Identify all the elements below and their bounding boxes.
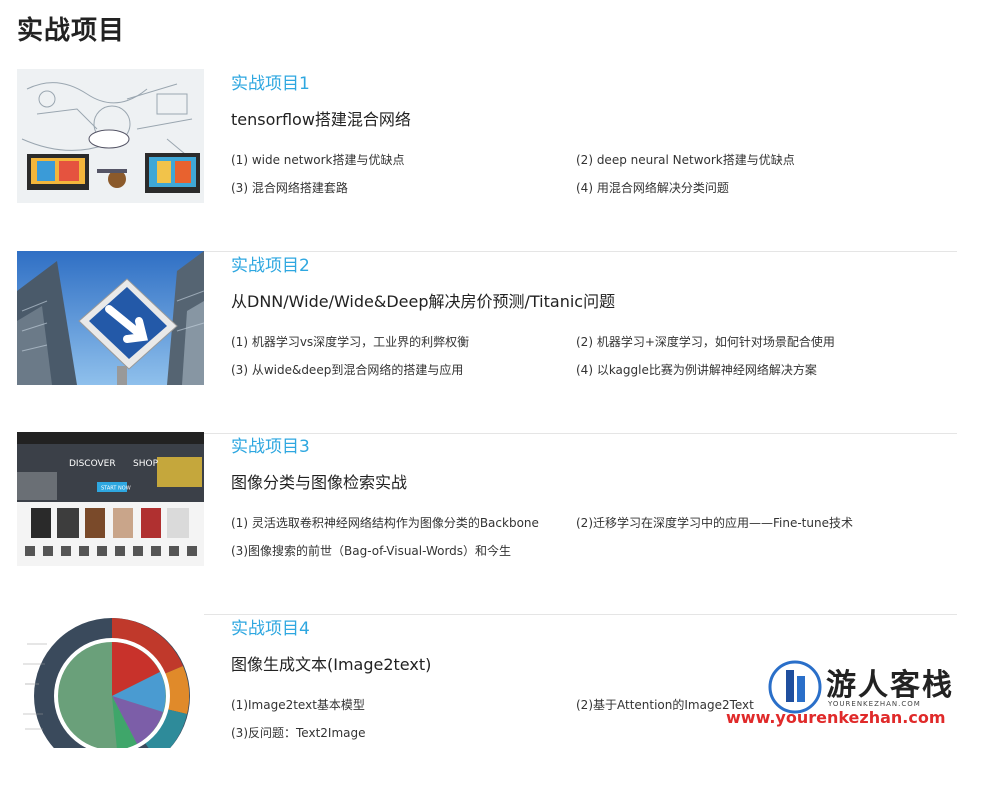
- project-subtitle-3: 图像分类与图像检索实战: [231, 469, 407, 493]
- watermark-logo-icon: [768, 660, 822, 714]
- project-2-item-3: (3) 从wide&deep到混合网络的搭建与应用: [231, 361, 463, 378]
- site-watermark: 游人客栈 YOURENKEZHAN.COM www.yourenkezhan.c…: [768, 660, 985, 736]
- project-subtitle-4: 图像生成文本(Image2text): [231, 651, 431, 675]
- project-2-item-1: (1) 机器学习vs深度学习，工业界的利弊权衡: [231, 333, 469, 350]
- project-subtitle-1: tensorflow搭建混合网络: [231, 106, 411, 130]
- project-3-item-1: (1) 灵活选取卷积神经网络结构作为图像分类的Backbone: [231, 514, 539, 531]
- project-thumbnail-4[interactable]: [17, 614, 204, 748]
- project-4-item-3: (3)反问题：Text2Image: [231, 724, 366, 741]
- project-1-item-3: (3) 混合网络搭建套路: [231, 179, 348, 196]
- project-1-item-1: (1) wide network搭建与优缺点: [231, 151, 405, 168]
- project-title-4[interactable]: 实战项目4: [231, 614, 310, 639]
- project-4-item-1: (1)Image2text基本模型: [231, 696, 365, 713]
- project-thumbnail-1[interactable]: [17, 69, 204, 203]
- project-1-item-2: (2) deep neural Network搭建与优缺点: [576, 151, 795, 168]
- project-card-1: 实战项目1 tensorflow搭建混合网络 (1) wide network搭…: [17, 69, 957, 252]
- project-3-item-3: (3)图像搜索的前世（Bag-of-Visual-Words）和今生: [231, 542, 511, 559]
- page-title: 实战项目: [17, 10, 125, 47]
- thumb-start-text: START NOW: [101, 486, 131, 492]
- project-card-3: DISCOVER SHOP START NOW 实战项目3 图像分类与图像检索实…: [17, 432, 957, 615]
- project-1-item-4: (4) 用混合网络解决分类问题: [576, 179, 729, 196]
- project-subtitle-2: 从DNN/Wide/Wide&Deep解决房价预测/Titanic问题: [231, 288, 615, 312]
- project-title-2[interactable]: 实战项目2: [231, 251, 310, 276]
- thumb-shop-text: SHOP: [133, 459, 159, 469]
- project-card-2: 实战项目2 从DNN/Wide/Wide&Deep解决房价预测/Titanic问…: [17, 251, 957, 434]
- thumb-discover-text: DISCOVER: [69, 459, 116, 469]
- project-title-3[interactable]: 实战项目3: [231, 432, 310, 457]
- project-2-item-2: (2) 机器学习+深度学习，如何针对场景配合使用: [576, 333, 835, 350]
- project-3-item-2: (2)迁移学习在深度学习中的应用——Fine-tune技术: [576, 514, 853, 531]
- watermark-domain-small: YOURENKEZHAN.COM: [828, 700, 921, 708]
- watermark-name: 游人客栈: [826, 660, 954, 704]
- watermark-url: www.yourenkezhan.com: [726, 708, 946, 727]
- project-thumbnail-3[interactable]: DISCOVER SHOP START NOW: [17, 432, 204, 566]
- project-2-item-4: (4) 以kaggle比赛为例讲解神经网络解决方案: [576, 361, 817, 378]
- project-title-1[interactable]: 实战项目1: [231, 69, 310, 94]
- project-thumbnail-2[interactable]: [17, 251, 204, 385]
